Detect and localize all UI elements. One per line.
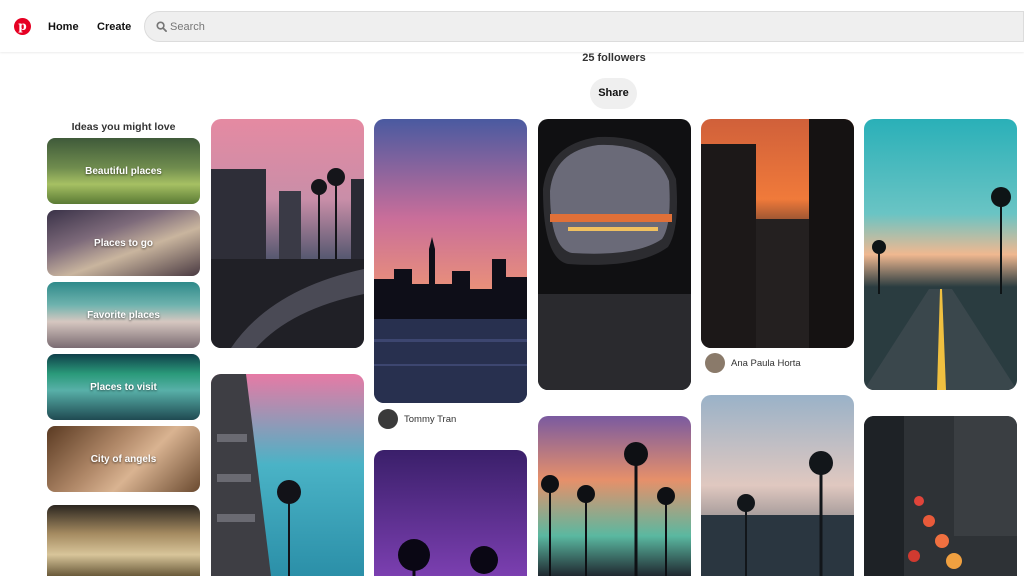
pin-palms-city-view[interactable] xyxy=(701,395,854,576)
pin-image xyxy=(374,450,527,576)
idea-card-beautiful-places[interactable]: Beautiful places xyxy=(47,138,200,204)
idea-card-city-of-angels[interactable]: City of angels xyxy=(47,426,200,492)
pin-car-mirror[interactable] xyxy=(538,119,691,390)
nav-create-link[interactable]: Create xyxy=(97,21,131,33)
idea-card-more[interactable] xyxy=(47,505,200,576)
idea-card-places-to-visit[interactable]: Places to visit xyxy=(47,354,200,420)
pin-image xyxy=(374,119,527,403)
pin-palm-road[interactable] xyxy=(864,119,1017,390)
pin-image xyxy=(538,416,691,576)
pinterest-logo-icon[interactable]: p xyxy=(14,18,31,35)
ideas-title: Ideas you might love xyxy=(71,121,176,133)
search-icon xyxy=(156,21,167,32)
pin-author-tommy-tran[interactable]: Tommy Tran xyxy=(378,408,456,430)
idea-card-label: Places to go xyxy=(94,237,153,249)
top-header: p Home Create xyxy=(0,0,1024,52)
idea-card-label: City of angels xyxy=(90,453,157,465)
nav-home-link[interactable]: Home xyxy=(48,21,79,33)
pin-city-sunset-street[interactable] xyxy=(701,119,854,348)
pin-city-highway-sunset[interactable] xyxy=(211,119,364,348)
pin-author-ana-paula-horta[interactable]: Ana Paula Horta xyxy=(705,352,801,374)
avatar[interactable] xyxy=(705,353,725,373)
pin-image xyxy=(211,374,364,576)
share-button[interactable]: Share xyxy=(590,78,637,109)
pin-palms-pink-clouds[interactable] xyxy=(211,374,364,576)
author-name: Ana Paula Horta xyxy=(731,357,801,369)
idea-card-places-to-go[interactable]: Places to go xyxy=(47,210,200,276)
pin-purple-palms[interactable] xyxy=(374,450,527,576)
author-name: Tommy Tran xyxy=(404,413,457,425)
idea-card-favorite-places[interactable]: Favorite places xyxy=(47,282,200,348)
pin-skyline-sunset[interactable] xyxy=(374,119,527,403)
followers-count[interactable]: 25 followers xyxy=(560,52,668,64)
pin-rainy-city-bokeh[interactable] xyxy=(864,416,1017,576)
avatar[interactable] xyxy=(378,409,398,429)
search-input[interactable] xyxy=(170,19,670,35)
pin-image xyxy=(538,119,691,390)
idea-card-label: Places to visit xyxy=(90,381,157,393)
pin-palms-colorful-sky[interactable] xyxy=(538,416,691,576)
pin-image xyxy=(864,119,1017,390)
pin-image xyxy=(211,119,364,348)
search-bar[interactable] xyxy=(144,11,1024,42)
pin-image xyxy=(864,416,1017,576)
pin-image xyxy=(701,395,854,576)
idea-card-label: Beautiful places xyxy=(85,165,162,177)
pin-image xyxy=(701,119,854,348)
idea-card-label: Favorite places xyxy=(87,309,160,321)
